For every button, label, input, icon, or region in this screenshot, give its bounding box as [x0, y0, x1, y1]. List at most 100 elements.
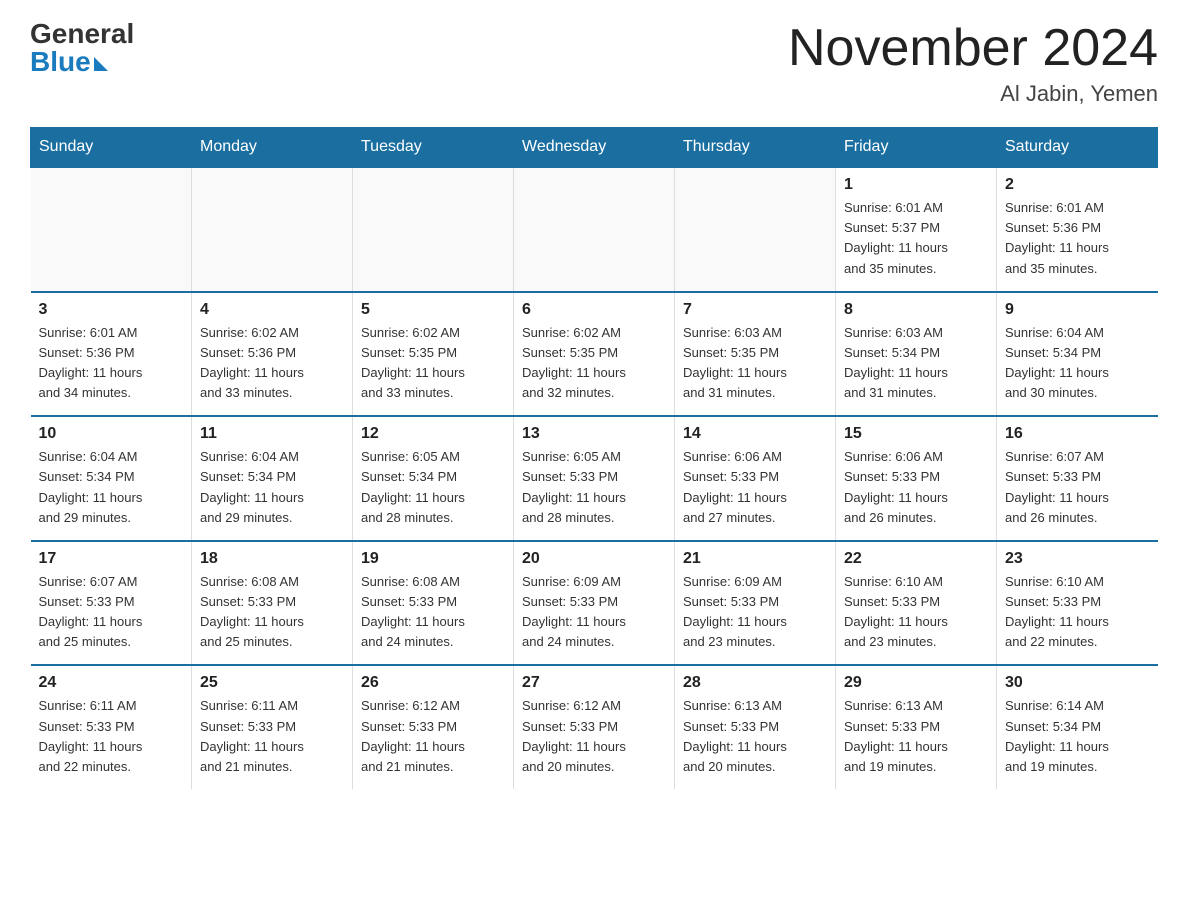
- calendar-cell: 23 Sunrise: 6:10 AM Sunset: 5:33 PM Dayli…: [997, 541, 1158, 666]
- day-number: 16: [1005, 425, 1150, 443]
- calendar-cell: [31, 167, 192, 292]
- day-info: Sunrise: 6:01 AM Sunset: 5:36 PM Dayligh…: [1005, 198, 1150, 279]
- day-number: 30: [1005, 674, 1150, 692]
- calendar-week-3: 10Sunrise: 6:04 AM Sunset: 5:34 PM Dayli…: [31, 416, 1158, 541]
- day-info: Sunrise: 6:13 AM Sunset: 5:33 PM Dayligh…: [683, 696, 827, 777]
- day-info: Sunrise: 6:10 AM Sunset: 5:33 PM Dayligh…: [1005, 572, 1150, 653]
- calendar-cell: 16 Sunrise: 6:07 AM Sunset: 5:33 PM Dayli…: [997, 416, 1158, 541]
- calendar-week-5: 24Sunrise: 6:11 AM Sunset: 5:33 PM Dayli…: [31, 665, 1158, 789]
- page-header: General Blue November 2024 Al Jabin, Yem…: [30, 20, 1158, 107]
- weekday-header-saturday: Saturday: [997, 128, 1158, 168]
- calendar-cell: 15 Sunrise: 6:06 AM Sunset: 5:33 PM Dayli…: [836, 416, 997, 541]
- day-info: Sunrise: 6:05 AM Sunset: 5:34 PM Dayligh…: [361, 447, 505, 528]
- day-number: 18: [200, 550, 344, 568]
- day-number: 6: [522, 301, 666, 319]
- logo-general-text: General: [30, 20, 134, 48]
- calendar-cell: 29 Sunrise: 6:13 AM Sunset: 5:33 PM Dayli…: [836, 665, 997, 789]
- calendar-cell: 30Sunrise: 6:14 AM Sunset: 5:34 PM Dayli…: [997, 665, 1158, 789]
- calendar-cell: [675, 167, 836, 292]
- day-number: 12: [361, 425, 505, 443]
- day-info: Sunrise: 6:02 AM Sunset: 5:35 PM Dayligh…: [522, 323, 666, 404]
- weekday-header-thursday: Thursday: [675, 128, 836, 168]
- day-info: Sunrise: 6:09 AM Sunset: 5:33 PM Dayligh…: [522, 572, 666, 653]
- day-info: Sunrise: 6:02 AM Sunset: 5:36 PM Dayligh…: [200, 323, 344, 404]
- calendar-cell: 20 Sunrise: 6:09 AM Sunset: 5:33 PM Dayli…: [514, 541, 675, 666]
- day-number: 22: [844, 550, 988, 568]
- day-info: Sunrise: 6:09 AM Sunset: 5:33 PM Dayligh…: [683, 572, 827, 653]
- calendar-cell: 24Sunrise: 6:11 AM Sunset: 5:33 PM Dayli…: [31, 665, 192, 789]
- calendar-cell: 7 Sunrise: 6:03 AM Sunset: 5:35 PM Daylig…: [675, 292, 836, 417]
- day-number: 17: [39, 550, 184, 568]
- day-info: Sunrise: 6:12 AM Sunset: 5:33 PM Dayligh…: [361, 696, 505, 777]
- day-number: 15: [844, 425, 988, 443]
- weekday-header-row: SundayMondayTuesdayWednesdayThursdayFrid…: [31, 128, 1158, 168]
- calendar-week-1: 1 Sunrise: 6:01 AM Sunset: 5:37 PM Daylig…: [31, 167, 1158, 292]
- calendar-title: November 2024: [788, 20, 1158, 77]
- calendar-week-4: 17 Sunrise: 6:07 AM Sunset: 5:33 PM Dayli…: [31, 541, 1158, 666]
- day-info: Sunrise: 6:01 AM Sunset: 5:36 PM Dayligh…: [39, 323, 184, 404]
- calendar-cell: 13 Sunrise: 6:05 AM Sunset: 5:33 PM Dayli…: [514, 416, 675, 541]
- day-number: 7: [683, 301, 827, 319]
- day-number: 2: [1005, 176, 1150, 194]
- calendar-header: SundayMondayTuesdayWednesdayThursdayFrid…: [31, 128, 1158, 168]
- calendar-cell: [353, 167, 514, 292]
- calendar-cell: 25Sunrise: 6:11 AM Sunset: 5:33 PM Dayli…: [192, 665, 353, 789]
- day-number: 29: [844, 674, 988, 692]
- calendar-cell: 10Sunrise: 6:04 AM Sunset: 5:34 PM Dayli…: [31, 416, 192, 541]
- calendar-cell: [192, 167, 353, 292]
- day-info: Sunrise: 6:08 AM Sunset: 5:33 PM Dayligh…: [200, 572, 344, 653]
- day-info: Sunrise: 6:04 AM Sunset: 5:34 PM Dayligh…: [1005, 323, 1150, 404]
- day-info: Sunrise: 6:11 AM Sunset: 5:33 PM Dayligh…: [39, 696, 184, 777]
- day-number: 13: [522, 425, 666, 443]
- day-info: Sunrise: 6:02 AM Sunset: 5:35 PM Dayligh…: [361, 323, 505, 404]
- day-number: 28: [683, 674, 827, 692]
- calendar-cell: 17 Sunrise: 6:07 AM Sunset: 5:33 PM Dayli…: [31, 541, 192, 666]
- day-number: 14: [683, 425, 827, 443]
- calendar-cell: 14 Sunrise: 6:06 AM Sunset: 5:33 PM Dayli…: [675, 416, 836, 541]
- weekday-header-tuesday: Tuesday: [353, 128, 514, 168]
- weekday-header-monday: Monday: [192, 128, 353, 168]
- day-number: 23: [1005, 550, 1150, 568]
- day-number: 27: [522, 674, 666, 692]
- day-info: Sunrise: 6:06 AM Sunset: 5:33 PM Dayligh…: [683, 447, 827, 528]
- day-number: 25: [200, 674, 344, 692]
- logo: General Blue: [30, 20, 134, 76]
- calendar-cell: 21Sunrise: 6:09 AM Sunset: 5:33 PM Dayli…: [675, 541, 836, 666]
- day-number: 3: [39, 301, 184, 319]
- calendar-cell: 19 Sunrise: 6:08 AM Sunset: 5:33 PM Dayli…: [353, 541, 514, 666]
- calendar-cell: 22 Sunrise: 6:10 AM Sunset: 5:33 PM Dayli…: [836, 541, 997, 666]
- calendar-cell: [514, 167, 675, 292]
- calendar-cell: 12 Sunrise: 6:05 AM Sunset: 5:34 PM Dayli…: [353, 416, 514, 541]
- day-info: Sunrise: 6:07 AM Sunset: 5:33 PM Dayligh…: [1005, 447, 1150, 528]
- calendar-cell: 6 Sunrise: 6:02 AM Sunset: 5:35 PM Daylig…: [514, 292, 675, 417]
- calendar-subtitle: Al Jabin, Yemen: [788, 81, 1158, 107]
- day-info: Sunrise: 6:05 AM Sunset: 5:33 PM Dayligh…: [522, 447, 666, 528]
- day-info: Sunrise: 6:01 AM Sunset: 5:37 PM Dayligh…: [844, 198, 988, 279]
- day-number: 8: [844, 301, 988, 319]
- day-number: 11: [200, 425, 344, 443]
- calendar-cell: 2 Sunrise: 6:01 AM Sunset: 5:36 PM Daylig…: [997, 167, 1158, 292]
- day-info: Sunrise: 6:12 AM Sunset: 5:33 PM Dayligh…: [522, 696, 666, 777]
- weekday-header-friday: Friday: [836, 128, 997, 168]
- calendar-table: SundayMondayTuesdayWednesdayThursdayFrid…: [30, 127, 1158, 789]
- logo-blue-label: Blue: [30, 48, 91, 76]
- day-number: 9: [1005, 301, 1150, 319]
- day-number: 20: [522, 550, 666, 568]
- day-number: 19: [361, 550, 505, 568]
- calendar-cell: 3 Sunrise: 6:01 AM Sunset: 5:36 PM Daylig…: [31, 292, 192, 417]
- day-info: Sunrise: 6:06 AM Sunset: 5:33 PM Dayligh…: [844, 447, 988, 528]
- day-info: Sunrise: 6:03 AM Sunset: 5:35 PM Dayligh…: [683, 323, 827, 404]
- weekday-header-wednesday: Wednesday: [514, 128, 675, 168]
- day-number: 1: [844, 176, 988, 194]
- day-info: Sunrise: 6:07 AM Sunset: 5:33 PM Dayligh…: [39, 572, 184, 653]
- calendar-cell: 4Sunrise: 6:02 AM Sunset: 5:36 PM Daylig…: [192, 292, 353, 417]
- calendar-cell: 1 Sunrise: 6:01 AM Sunset: 5:37 PM Daylig…: [836, 167, 997, 292]
- day-info: Sunrise: 6:08 AM Sunset: 5:33 PM Dayligh…: [361, 572, 505, 653]
- calendar-body: 1 Sunrise: 6:01 AM Sunset: 5:37 PM Daylig…: [31, 167, 1158, 789]
- calendar-cell: 28 Sunrise: 6:13 AM Sunset: 5:33 PM Dayli…: [675, 665, 836, 789]
- calendar-cell: 18 Sunrise: 6:08 AM Sunset: 5:33 PM Dayli…: [192, 541, 353, 666]
- day-info: Sunrise: 6:10 AM Sunset: 5:33 PM Dayligh…: [844, 572, 988, 653]
- day-info: Sunrise: 6:03 AM Sunset: 5:34 PM Dayligh…: [844, 323, 988, 404]
- day-number: 5: [361, 301, 505, 319]
- day-info: Sunrise: 6:13 AM Sunset: 5:33 PM Dayligh…: [844, 696, 988, 777]
